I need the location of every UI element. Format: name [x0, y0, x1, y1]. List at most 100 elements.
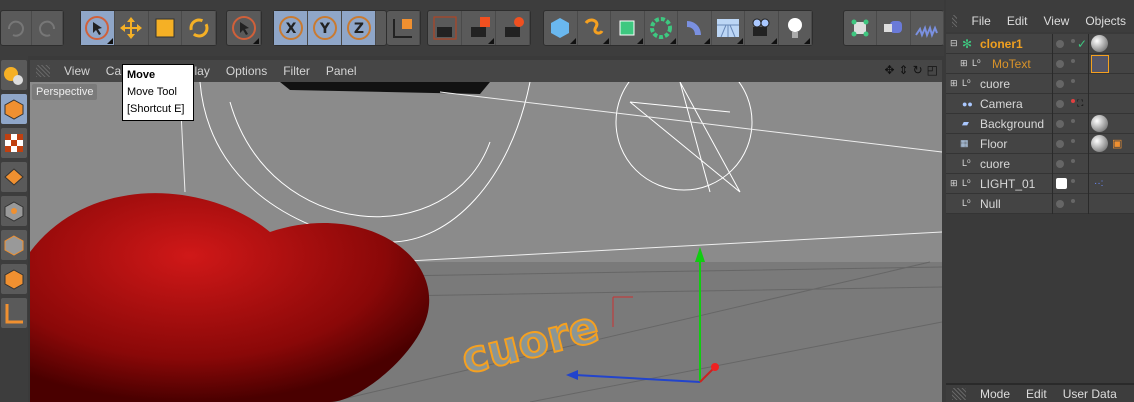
polygon-object-icon[interactable]: [844, 11, 878, 45]
grip-handle[interactable]: [952, 387, 966, 400]
object-row-cloner1[interactable]: ⊟ ✻ cloner1 ✓: [946, 34, 1134, 54]
spring-icon[interactable]: [911, 11, 944, 45]
visibility-dot[interactable]: [1056, 60, 1064, 68]
object-row-motext[interactable]: ⊞ L⁰ MoText: [946, 54, 1134, 74]
render-dot[interactable]: [1071, 79, 1075, 83]
menu-view[interactable]: View: [56, 64, 98, 78]
edges-mode-icon[interactable]: [1, 230, 27, 260]
expand-icon[interactable]: ⊞: [960, 58, 968, 69]
points-mode-icon[interactable]: [1, 196, 27, 226]
menu-mode[interactable]: Mode: [972, 387, 1018, 401]
column-divider: [1088, 34, 1089, 214]
menu-filter[interactable]: Filter: [275, 64, 318, 78]
object-row-light01[interactable]: ⊞ L⁰ LIGHT_01 ··:: [946, 174, 1134, 194]
move-icon[interactable]: [115, 11, 149, 45]
orbit-icon[interactable]: ↻: [913, 63, 923, 77]
pan-icon[interactable]: ✥: [884, 63, 894, 77]
visibility-dot[interactable]: [1056, 140, 1064, 148]
render-dot[interactable]: [1071, 179, 1075, 183]
cube-icon[interactable]: [544, 11, 578, 45]
view-label[interactable]: Perspective: [32, 84, 98, 100]
y-axis-icon[interactable]: Y: [308, 11, 342, 45]
object-name: Null: [980, 196, 1001, 211]
render-settings-icon[interactable]: [496, 11, 530, 45]
object-group: [543, 10, 813, 46]
render-dot[interactable]: [1071, 99, 1075, 103]
floor-icon[interactable]: [712, 11, 745, 45]
object-row-background[interactable]: ▰ Background: [946, 114, 1134, 134]
expand-icon[interactable]: ⊞: [950, 78, 958, 89]
menu-options[interactable]: Options: [218, 64, 275, 78]
grip-handle[interactable]: [952, 15, 958, 27]
visibility-dot[interactable]: [1056, 100, 1064, 108]
render-tag-icon[interactable]: ▣: [1112, 137, 1122, 150]
render-group: [427, 10, 531, 46]
expand-icon[interactable]: ⊞: [950, 178, 958, 189]
subdivision-icon[interactable]: [611, 11, 645, 45]
menu-user-data[interactable]: User Data: [1055, 387, 1125, 401]
object-row-cuore[interactable]: ⊞ L⁰ cuore: [946, 74, 1134, 94]
enabled-check-icon[interactable]: ✓: [1077, 37, 1087, 51]
x-axis-icon[interactable]: X: [274, 11, 308, 45]
menu-view[interactable]: View: [1036, 14, 1078, 28]
object-mode-icon[interactable]: [1, 94, 27, 124]
polygons-mode-icon[interactable]: [1, 264, 27, 294]
material-tag-icon[interactable]: [1091, 115, 1108, 132]
object-row-floor[interactable]: ▦ Floor ▣: [946, 134, 1134, 154]
render-picture-viewer-icon[interactable]: [462, 11, 496, 45]
menu-edit[interactable]: Edit: [999, 14, 1036, 28]
cloner-icon[interactable]: [645, 11, 678, 45]
coordinate-system-icon[interactable]: [387, 11, 420, 45]
live-selection-icon[interactable]: [81, 11, 115, 45]
object-manager: File Edit View Objects ⊟ ✻ cloner1 ✓ ⊞ L⁰ MoT…: [946, 0, 1134, 402]
texture-tag-icon[interactable]: [1091, 55, 1109, 73]
coord-group: [387, 10, 421, 46]
object-row-null[interactable]: L⁰ Null: [946, 194, 1134, 214]
visibility-dot[interactable]: [1056, 40, 1064, 48]
light-icon[interactable]: [779, 11, 812, 45]
render-dot[interactable]: [1071, 39, 1075, 43]
deformer-icon[interactable]: [678, 11, 712, 45]
render-dot[interactable]: [1071, 119, 1075, 123]
menu-objects[interactable]: Objects: [1077, 14, 1134, 28]
visibility-dot[interactable]: [1056, 120, 1064, 128]
selection-icon[interactable]: [227, 11, 261, 45]
null-icon: L⁰: [962, 178, 971, 188]
xpresso-tag-icon[interactable]: ··:: [1094, 178, 1103, 189]
visibility-dot[interactable]: [1056, 80, 1064, 88]
visibility-dot[interactable]: [1056, 160, 1064, 168]
axis-mode-icon[interactable]: [1, 298, 27, 328]
render-dot[interactable]: [1071, 199, 1075, 203]
menu-file[interactable]: File: [963, 14, 998, 28]
z-axis-icon[interactable]: Z: [342, 11, 376, 45]
maximize-icon[interactable]: ◰: [927, 63, 938, 77]
redo-icon[interactable]: [32, 11, 63, 45]
texture-mode-icon[interactable]: [1, 128, 27, 158]
rotate-icon[interactable]: [182, 11, 216, 45]
material-tag-icon[interactable]: [1091, 35, 1108, 52]
visibility-color-swatch[interactable]: [1056, 178, 1067, 189]
scale-icon[interactable]: [149, 11, 183, 45]
render-dot[interactable]: [1071, 139, 1075, 143]
menu-edit[interactable]: Edit: [1018, 387, 1055, 401]
camera-icon[interactable]: [745, 11, 779, 45]
visibility-dot[interactable]: [1056, 200, 1064, 208]
object-row-camera[interactable]: ●● Camera ⛶: [946, 94, 1134, 114]
target-tag-icon[interactable]: ⛶: [1077, 98, 1083, 109]
grip-handle[interactable]: [36, 65, 50, 77]
spline-pen-icon[interactable]: [578, 11, 611, 45]
y-label: Y: [318, 21, 330, 37]
collapse-icon[interactable]: ⊟: [950, 38, 958, 49]
render-view-icon[interactable]: [428, 11, 462, 45]
tag-icon[interactable]: [877, 11, 911, 45]
workplane-icon[interactable]: [1, 162, 27, 192]
menu-panel[interactable]: Panel: [318, 64, 365, 78]
3d-viewport[interactable]: cuore Perspective: [30, 82, 942, 402]
render-dot[interactable]: [1071, 159, 1075, 163]
render-dot[interactable]: [1071, 59, 1075, 63]
model-mode-icon[interactable]: [1, 60, 27, 90]
object-row-cuore-2[interactable]: L⁰ cuore: [946, 154, 1134, 174]
zoom-icon[interactable]: ⇕: [899, 63, 909, 77]
undo-icon[interactable]: [1, 11, 32, 45]
material-tag-icon[interactable]: [1091, 135, 1108, 152]
